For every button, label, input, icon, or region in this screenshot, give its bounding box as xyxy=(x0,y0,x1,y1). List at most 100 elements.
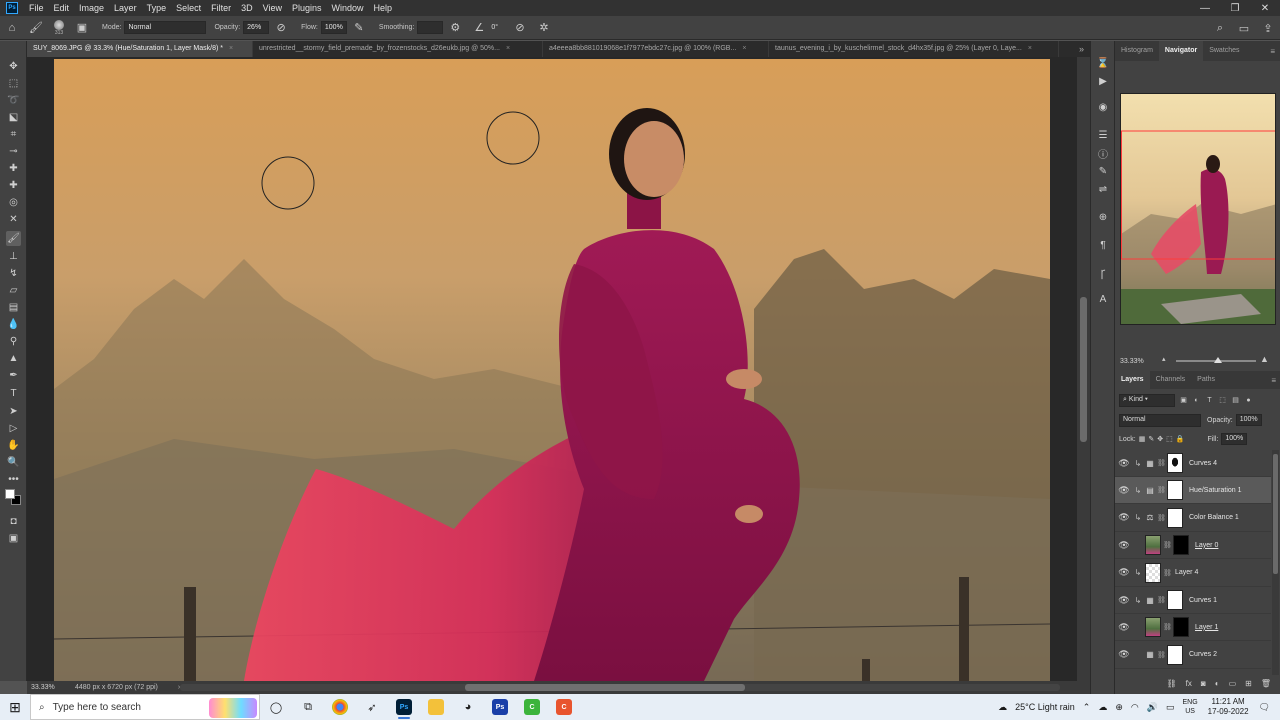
curves-adjustment-icon[interactable]: ▦ xyxy=(1143,650,1157,659)
menu-plugins[interactable]: Plugins xyxy=(287,0,327,16)
brush-size-picker[interactable]: 313 xyxy=(48,17,70,39)
layer-row[interactable]: 👁 ▦ ⛓ Curves 2 xyxy=(1115,642,1271,669)
colorbalance-adjustment-icon[interactable]: ⚖ xyxy=(1143,513,1157,522)
layer-mask-thumbnail[interactable] xyxy=(1167,507,1183,528)
curves-adjustment-icon[interactable]: ▦ xyxy=(1143,596,1157,605)
tab-paths[interactable]: Paths xyxy=(1191,371,1221,389)
canvas-horizontal-scrollbar[interactable] xyxy=(180,684,1060,691)
scroll-thumb[interactable] xyxy=(1080,297,1087,442)
weather-icon[interactable]: ☁ xyxy=(994,702,1011,713)
filter-shape-icon[interactable]: ⬚ xyxy=(1218,396,1227,405)
photoshop-taskbar-icon[interactable]: Ps xyxy=(388,694,420,720)
network-icon[interactable]: ⊕ xyxy=(1111,702,1127,713)
visibility-eye-icon[interactable]: 👁 xyxy=(1115,595,1133,606)
airbrush-icon[interactable]: ✎ xyxy=(351,20,367,36)
layer-opacity-field[interactable]: 100% xyxy=(1235,414,1262,426)
navigator-preview[interactable] xyxy=(1120,93,1276,325)
layer-mask-thumbnail[interactable] xyxy=(1167,480,1183,501)
mask-link-icon[interactable]: ⛓ xyxy=(1157,459,1166,467)
minimize-icon[interactable]: — xyxy=(1190,0,1220,16)
filter-type-icon[interactable]: T xyxy=(1205,396,1214,405)
menu-window[interactable]: Window xyxy=(327,0,369,16)
flow-field[interactable]: 100% xyxy=(320,21,347,34)
sharpen-tool-icon[interactable]: ▲ xyxy=(6,351,21,366)
move-tool-icon[interactable]: ✥ xyxy=(6,59,21,74)
app-icon[interactable]: ◕ xyxy=(452,694,484,720)
symmetry-icon[interactable]: ✲ xyxy=(536,20,552,36)
canvas-area[interactable] xyxy=(27,57,1077,681)
gradient-tool-icon[interactable]: ▤ xyxy=(6,300,21,315)
quick-mask-icon[interactable]: ◘ xyxy=(6,514,21,529)
file-explorer-icon[interactable] xyxy=(420,694,452,720)
character-icon[interactable]: A xyxy=(1095,291,1111,307)
spot-healing-tool-icon[interactable]: ✚ xyxy=(6,161,21,176)
healing-brush-tool-icon[interactable]: ✚ xyxy=(6,178,21,193)
cortana-icon[interactable]: ◯ xyxy=(260,694,292,720)
brush-settings-panel-icon[interactable]: ✎ xyxy=(1095,163,1111,179)
layer-mask-thumbnail[interactable] xyxy=(1167,644,1183,665)
panel-menu-icon[interactable]: ≡ xyxy=(1271,376,1276,385)
blur-tool-icon[interactable]: 💧 xyxy=(6,317,21,332)
mask-link-icon[interactable]: ⛓ xyxy=(1157,596,1166,604)
layer-row[interactable]: 👁 ⛓ Layer 1 xyxy=(1115,614,1271,642)
clone-stamp-tool-icon[interactable]: ⊥ xyxy=(6,249,21,264)
delete-layer-icon[interactable]: 🗑 xyxy=(1261,679,1271,688)
zoom-out-icon[interactable]: ▴ xyxy=(1162,355,1166,363)
screen-mode-icon[interactable]: ▣ xyxy=(6,531,21,546)
navigator-zoom-slider[interactable] xyxy=(1176,357,1256,363)
tab-layers[interactable]: Layers xyxy=(1115,371,1150,389)
visibility-eye-icon[interactable]: 👁 xyxy=(1115,512,1133,523)
layer-row[interactable]: 👁 ↳ ▦ ⛓ Curves 1 xyxy=(1115,587,1271,614)
eraser-tool-icon[interactable]: ▱ xyxy=(6,283,21,298)
tabs-overflow-icon[interactable]: » xyxy=(1059,41,1090,57)
layer-row[interactable]: 👁 ↳ ⚖ ⛓ Color Balance 1 xyxy=(1115,505,1271,532)
notifications-icon[interactable]: 🗨 xyxy=(1255,702,1280,713)
mask-link-icon[interactable]: ⛓ xyxy=(1157,651,1166,659)
search-icon[interactable]: ⌕ xyxy=(1212,20,1228,36)
huesat-adjustment-icon[interactable]: ▤ xyxy=(1143,486,1157,495)
object-select-tool-icon[interactable]: ⬕ xyxy=(6,110,21,125)
patch-tool-icon[interactable]: ◎ xyxy=(6,195,21,210)
taskbar-clock[interactable]: 11:21 AM 17-09-2022 xyxy=(1202,697,1255,717)
workspace-icon[interactable]: ▭ xyxy=(1236,20,1252,36)
battery-icon[interactable]: ▭ xyxy=(1162,702,1179,713)
pressure-opacity-icon[interactable]: ⊘ xyxy=(273,20,289,36)
smoothing-settings-gear-icon[interactable]: ⚙ xyxy=(447,20,463,36)
brush-settings-icon[interactable]: ▣ xyxy=(74,20,90,36)
lock-position-icon[interactable]: ✥ xyxy=(1157,435,1163,443)
menu-select[interactable]: Select xyxy=(171,0,206,16)
foreground-color-swatch[interactable] xyxy=(5,489,15,499)
menu-layer[interactable]: Layer xyxy=(109,0,142,16)
brush-tool-preset-icon[interactable]: 🖌 xyxy=(28,20,44,36)
paragraph-icon[interactable]: ¶ xyxy=(1095,237,1111,253)
menu-view[interactable]: View xyxy=(258,0,287,16)
scroll-thumb[interactable] xyxy=(465,684,745,691)
add-mask-icon[interactable]: ◙ xyxy=(1201,679,1206,688)
mode-select[interactable]: Normal xyxy=(124,21,207,34)
visibility-eye-icon[interactable]: 👁 xyxy=(1115,622,1133,633)
zoom-tool-icon[interactable]: 🔍 xyxy=(6,455,21,470)
app-feather-icon[interactable]: ➶ xyxy=(356,694,388,720)
pen-tool-icon[interactable]: ✒ xyxy=(6,368,21,383)
tab-document-1[interactable]: SUY_8069.JPG @ 33.3% (Hue/Saturation 1, … xyxy=(27,41,253,57)
tab-channels[interactable]: Channels xyxy=(1150,371,1192,389)
path-select-tool-icon[interactable]: ➤ xyxy=(6,404,21,419)
layer-mask-thumbnail[interactable] xyxy=(1167,453,1183,473)
layer-mask-thumbnail[interactable] xyxy=(1167,590,1183,610)
more-tools-icon[interactable]: ••• xyxy=(6,472,21,487)
new-adjustment-icon[interactable]: ◐ xyxy=(1215,679,1220,688)
menu-type[interactable]: Type xyxy=(142,0,172,16)
zoom-in-icon[interactable]: ▲ xyxy=(1260,354,1269,364)
tab-document-4[interactable]: taunus_evening_i_by_kuschelirmel_stock_d… xyxy=(769,41,1059,57)
layer-row[interactable]: 👁 ⛓ Layer 0 xyxy=(1115,532,1271,560)
tab-histogram[interactable]: Histogram xyxy=(1115,41,1159,61)
show-hidden-icons-icon[interactable]: ⌃ xyxy=(1079,702,1095,713)
navigator-zoom-value[interactable]: 33.33% xyxy=(1120,358,1144,365)
menu-3d[interactable]: 3D xyxy=(236,0,258,16)
content-aware-move-icon[interactable]: ✕ xyxy=(6,212,21,227)
info-icon[interactable]: ⓘ xyxy=(1095,145,1111,161)
taskbar-search[interactable]: ⌕ Type here to search xyxy=(30,694,260,720)
visibility-eye-icon[interactable]: 👁 xyxy=(1115,567,1133,578)
layer-thumbnail[interactable] xyxy=(1145,535,1161,556)
close-tab-icon[interactable]: × xyxy=(1028,41,1032,57)
